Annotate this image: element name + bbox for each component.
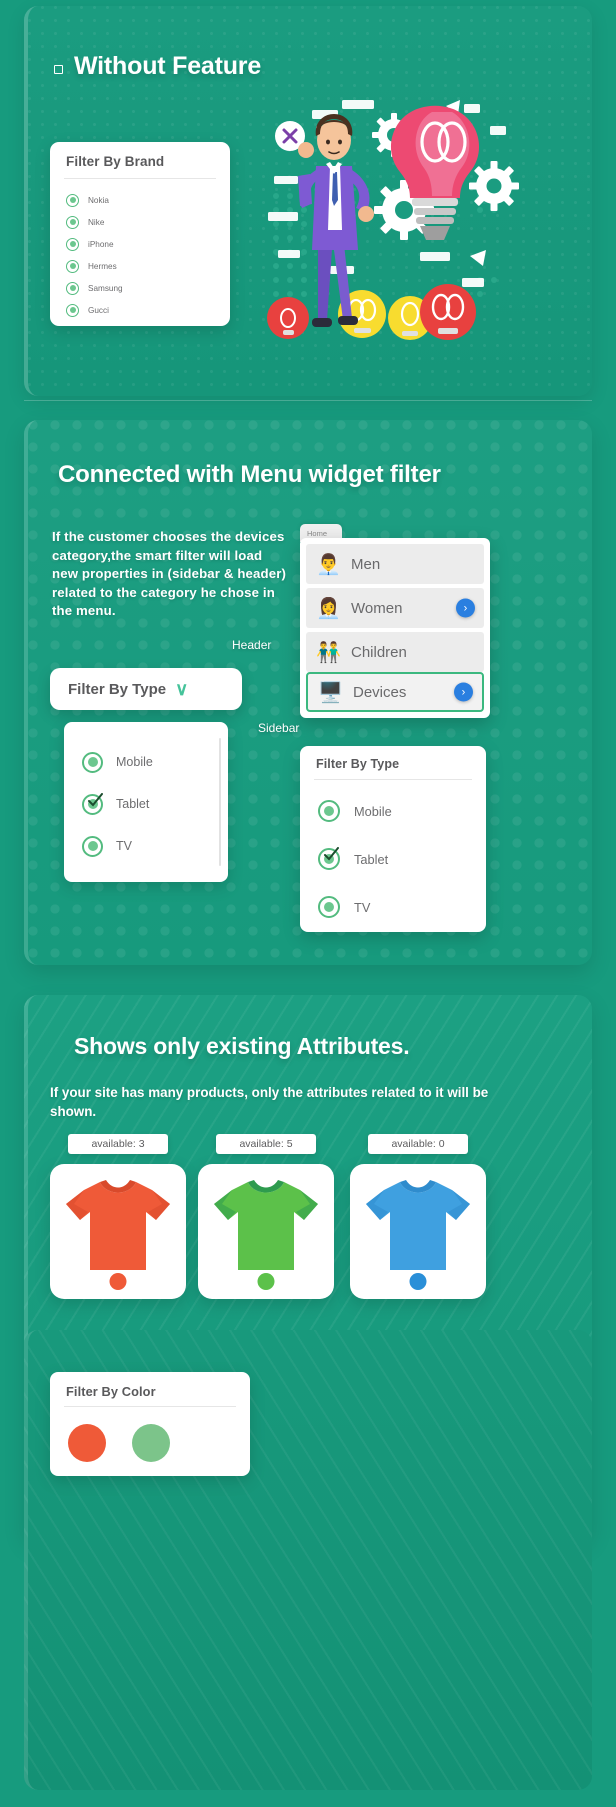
sidebar-type-option-tv[interactable]: TV xyxy=(318,894,370,920)
red-color-swatch[interactable] xyxy=(68,1424,106,1462)
children-avatar-icon: 👬 xyxy=(316,641,341,664)
filter-by-brand-card: Filter By Brand Nokia Nike iPhone Hermes… xyxy=(50,142,230,326)
radio-checked-icon[interactable] xyxy=(318,847,340,870)
radio-icon[interactable] xyxy=(318,896,340,918)
tshirt-icon xyxy=(214,1180,318,1270)
radio-icon[interactable] xyxy=(66,237,79,251)
sidebar-type-option-tablet[interactable]: Tablet xyxy=(318,846,388,872)
brand-option-hermes[interactable]: Hermes xyxy=(66,258,117,274)
radio-icon[interactable] xyxy=(318,800,340,822)
filter-by-brand-title: Filter By Brand xyxy=(66,154,165,169)
color-swatch-blue xyxy=(409,1273,427,1290)
annotation-header-label: Header xyxy=(232,638,272,652)
chevron-down-icon[interactable]: ∨ xyxy=(175,679,188,700)
menu-item-arrow-icon[interactable]: › xyxy=(456,598,475,618)
section1-title: Without Feature xyxy=(74,52,262,80)
menu-widget: 👨‍💼 Men 👩‍💼 Women › 👬 Children 🖥️ Device… xyxy=(300,538,490,718)
brand-option-samsung[interactable]: Samsung xyxy=(66,280,123,296)
filter-by-type-header-label: Filter By Type xyxy=(68,680,167,698)
filter-by-type-sidebar-card: Filter By Type Mobile Tablet TV xyxy=(300,746,486,932)
dropdown-scrollbar[interactable] xyxy=(219,738,221,866)
availability-badge-1: available: 3 xyxy=(68,1134,168,1154)
brand-option-nokia[interactable]: Nokia xyxy=(66,192,109,208)
radio-checked-icon[interactable] xyxy=(82,792,103,815)
green-color-swatch[interactable] xyxy=(132,1424,170,1462)
menu-item-arrow-icon[interactable]: › xyxy=(454,682,473,702)
radio-icon[interactable] xyxy=(82,835,103,857)
radio-icon[interactable] xyxy=(66,259,79,273)
man-avatar-icon: 👨‍💼 xyxy=(316,553,341,576)
menu-item-devices[interactable]: 🖥️ Devices › xyxy=(306,672,484,712)
sidebar-type-option-mobile[interactable]: Mobile xyxy=(318,798,392,824)
section3-paragraph: If your site has many products, only the… xyxy=(50,1085,489,1119)
section3-title: Shows only existing Attributes. xyxy=(74,1033,410,1059)
product-card-blue[interactable] xyxy=(350,1164,486,1299)
filter-by-color-card: Filter By Color xyxy=(50,1372,250,1476)
check-icon xyxy=(88,792,103,806)
availability-badge-2: available: 5 xyxy=(216,1134,316,1154)
radio-icon[interactable] xyxy=(66,215,79,229)
tshirt-icon xyxy=(366,1180,470,1270)
divider xyxy=(64,1406,236,1407)
section-divider-1 xyxy=(24,400,592,401)
menu-item-men[interactable]: 👨‍💼 Men xyxy=(306,544,484,584)
availability-badge-3: available: 0 xyxy=(368,1134,468,1154)
square-bullet-icon xyxy=(54,65,63,74)
brand-option-gucci[interactable]: Gucci xyxy=(66,302,109,318)
type-option-tv[interactable]: TV xyxy=(82,834,132,858)
filter-by-type-header-button[interactable]: Filter By Type ∨ xyxy=(50,668,242,710)
radio-icon[interactable] xyxy=(82,751,103,773)
type-option-tablet[interactable]: Tablet xyxy=(82,792,149,816)
divider xyxy=(314,779,472,780)
color-swatch-green xyxy=(257,1273,275,1290)
filter-by-type-header-dropdown: Mobile Tablet TV xyxy=(64,722,228,882)
divider xyxy=(64,178,216,179)
product-card-red[interactable] xyxy=(50,1164,186,1299)
section2-title: Connected with Menu widget filter xyxy=(58,461,441,488)
radio-icon[interactable] xyxy=(66,193,79,207)
annotation-sidebar-label: Sidebar xyxy=(258,721,300,735)
product-card-green[interactable] xyxy=(198,1164,334,1299)
menu-item-children[interactable]: 👬 Children xyxy=(306,632,484,672)
brand-option-nike[interactable]: Nike xyxy=(66,214,104,230)
tshirt-icon xyxy=(66,1180,170,1270)
filter-by-color-title: Filter By Color xyxy=(66,1384,156,1399)
brand-option-iphone[interactable]: iPhone xyxy=(66,236,114,252)
section2-paragraph: If the customer chooses the devices cate… xyxy=(52,529,287,619)
radio-icon[interactable] xyxy=(66,281,79,295)
menu-item-women[interactable]: 👩‍💼 Women › xyxy=(306,588,484,628)
type-option-mobile[interactable]: Mobile xyxy=(82,750,153,774)
woman-avatar-icon: 👩‍💼 xyxy=(316,597,341,620)
filter-by-type-sidebar-title: Filter By Type xyxy=(316,757,400,771)
check-icon xyxy=(324,847,339,861)
color-swatch-red xyxy=(109,1273,127,1290)
computer-icon: 🖥️ xyxy=(318,681,343,704)
radio-icon[interactable] xyxy=(66,303,79,317)
